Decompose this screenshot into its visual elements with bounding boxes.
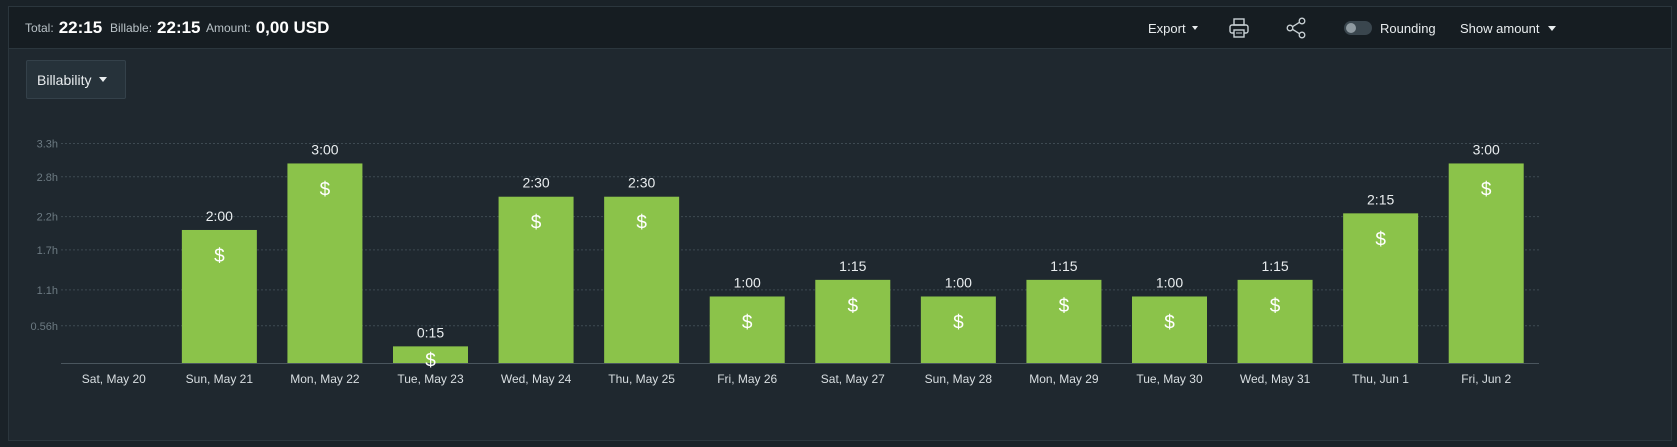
y-tick-label: 3.3h: [37, 139, 58, 151]
x-tick-label: Thu, May 25: [608, 372, 675, 386]
x-tick-label: Wed, May 24: [501, 372, 572, 386]
billable-dollar-icon: $: [953, 312, 964, 333]
bar-value-label: 0:15: [417, 324, 444, 340]
bar-value-label: 1:15: [839, 258, 866, 274]
bar[interactable]: [1026, 279, 1102, 363]
x-tick-label: Mon, May 29: [1029, 372, 1099, 386]
billable-dollar-icon: $: [1164, 312, 1175, 333]
bar[interactable]: [815, 279, 891, 363]
bar-value-label: 1:00: [734, 274, 761, 290]
x-tick-label: Tue, May 30: [1136, 372, 1203, 386]
x-tick-label: Sun, May 28: [925, 372, 993, 386]
x-tick-label: Sun, May 21: [186, 372, 254, 386]
y-tick-label: 0.56h: [30, 321, 58, 333]
x-tick-label: Sat, May 27: [821, 372, 885, 386]
bar-value-label: 2:30: [628, 175, 655, 191]
billable-dollar-icon: $: [1375, 229, 1386, 250]
y-tick-label: 1.1h: [37, 285, 58, 297]
bar-value-label: 2:30: [522, 175, 549, 191]
billable-dollar-icon: $: [742, 312, 753, 333]
x-tick-label: Mon, May 22: [290, 372, 360, 386]
billable-dollar-icon: $: [214, 246, 225, 267]
bar-value-label: 1:00: [945, 274, 972, 290]
bar-chart: 0.56h 1.1h 1.7h 2.2h 2.8h 3.3h Sat, May 20 2:00…: [30, 139, 1539, 386]
x-tick-label: Sat, May 20: [82, 372, 146, 386]
billable-dollar-icon: $: [1481, 179, 1492, 200]
bar-value-label: 3:00: [311, 141, 338, 157]
bar-value-label: 1:00: [1156, 274, 1183, 290]
bar-value-label: 1:15: [1050, 258, 1077, 274]
x-tick-label: Tue, May 23: [397, 372, 464, 386]
billable-dollar-icon: $: [847, 296, 858, 317]
bar-value-label: 3:00: [1473, 141, 1500, 157]
y-tick-label: 2.8h: [37, 172, 58, 184]
x-tick-label: Thu, Jun 1: [1352, 372, 1409, 386]
bar-value-label: 2:00: [206, 208, 233, 224]
billable-dollar-icon: $: [320, 179, 331, 200]
reports-panel: Total: 22:15 Billable: 22:15 Amount: 0,0…: [8, 6, 1672, 441]
x-tick-label: Fri, May 26: [717, 372, 777, 386]
bar-value-label: 1:15: [1261, 258, 1288, 274]
bar-value-label: 2:15: [1367, 191, 1394, 207]
bar[interactable]: [1237, 279, 1313, 363]
billable-dollar-icon: $: [425, 351, 436, 372]
x-tick-label: Wed, May 31: [1240, 372, 1311, 386]
y-tick-label: 1.7h: [37, 245, 58, 257]
y-tick-label: 2.2h: [37, 212, 58, 224]
billable-dollar-icon: $: [1059, 296, 1070, 317]
billable-dollar-icon: $: [531, 213, 542, 234]
billable-dollar-icon: $: [636, 213, 647, 234]
billable-dollar-icon: $: [1270, 296, 1281, 317]
x-tick-label: Fri, Jun 2: [1461, 372, 1511, 386]
